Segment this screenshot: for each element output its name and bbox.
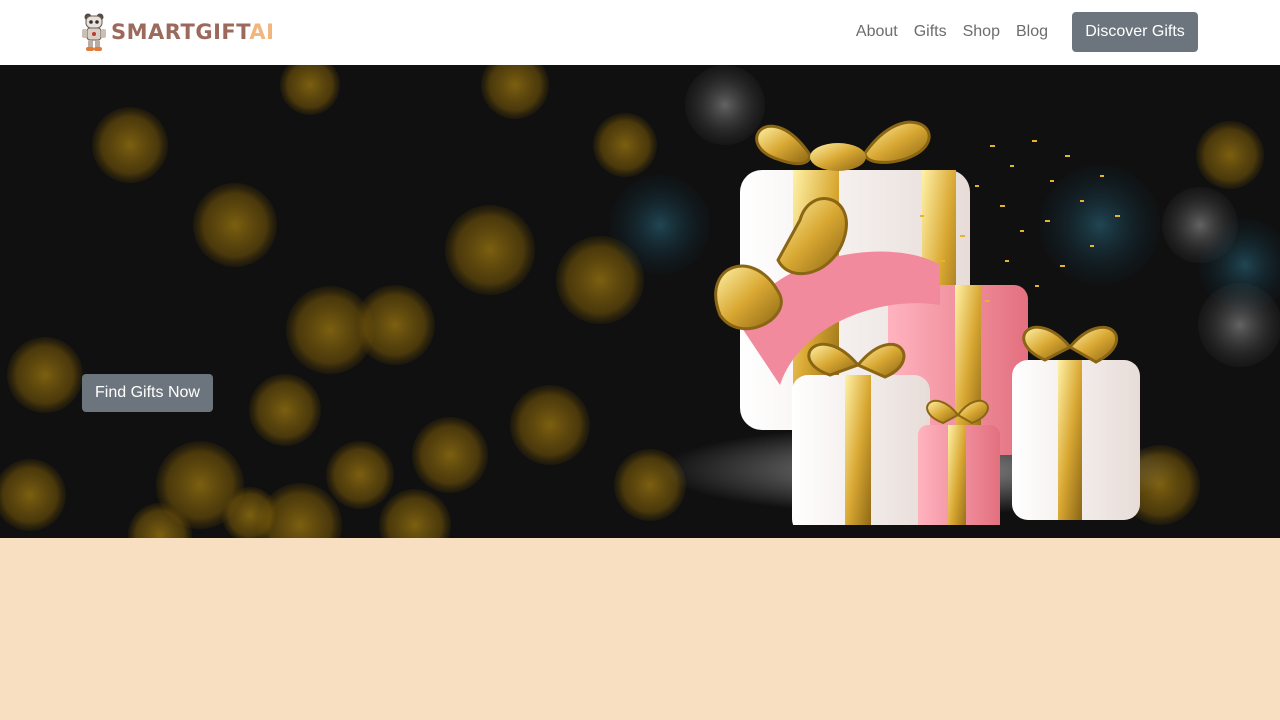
nav-link-gifts[interactable]: Gifts <box>914 23 947 41</box>
gift-boxes-illustration <box>660 120 1180 525</box>
brand-name-main: SMARTGIFT <box>111 20 250 44</box>
nav-link-shop[interactable]: Shop <box>963 23 1000 41</box>
navbar: SMARTGIFTAI About Gifts Shop Blog Discov… <box>0 0 1280 65</box>
robot-mascot-icon <box>82 13 106 51</box>
nav-link-blog[interactable]: Blog <box>1016 23 1048 41</box>
hero-section: Find Gifts Now <box>0 65 1280 538</box>
nav-links: About Gifts Shop Blog <box>856 0 1048 64</box>
nav-link-about[interactable]: About <box>856 23 898 41</box>
brand-name-accent: AI <box>249 20 275 44</box>
find-gifts-now-button[interactable]: Find Gifts Now <box>82 374 213 412</box>
discover-gifts-button[interactable]: Discover Gifts <box>1072 12 1198 52</box>
brand-name: SMARTGIFTAI <box>111 12 275 52</box>
brand-logo[interactable]: SMARTGIFTAI <box>80 12 275 52</box>
